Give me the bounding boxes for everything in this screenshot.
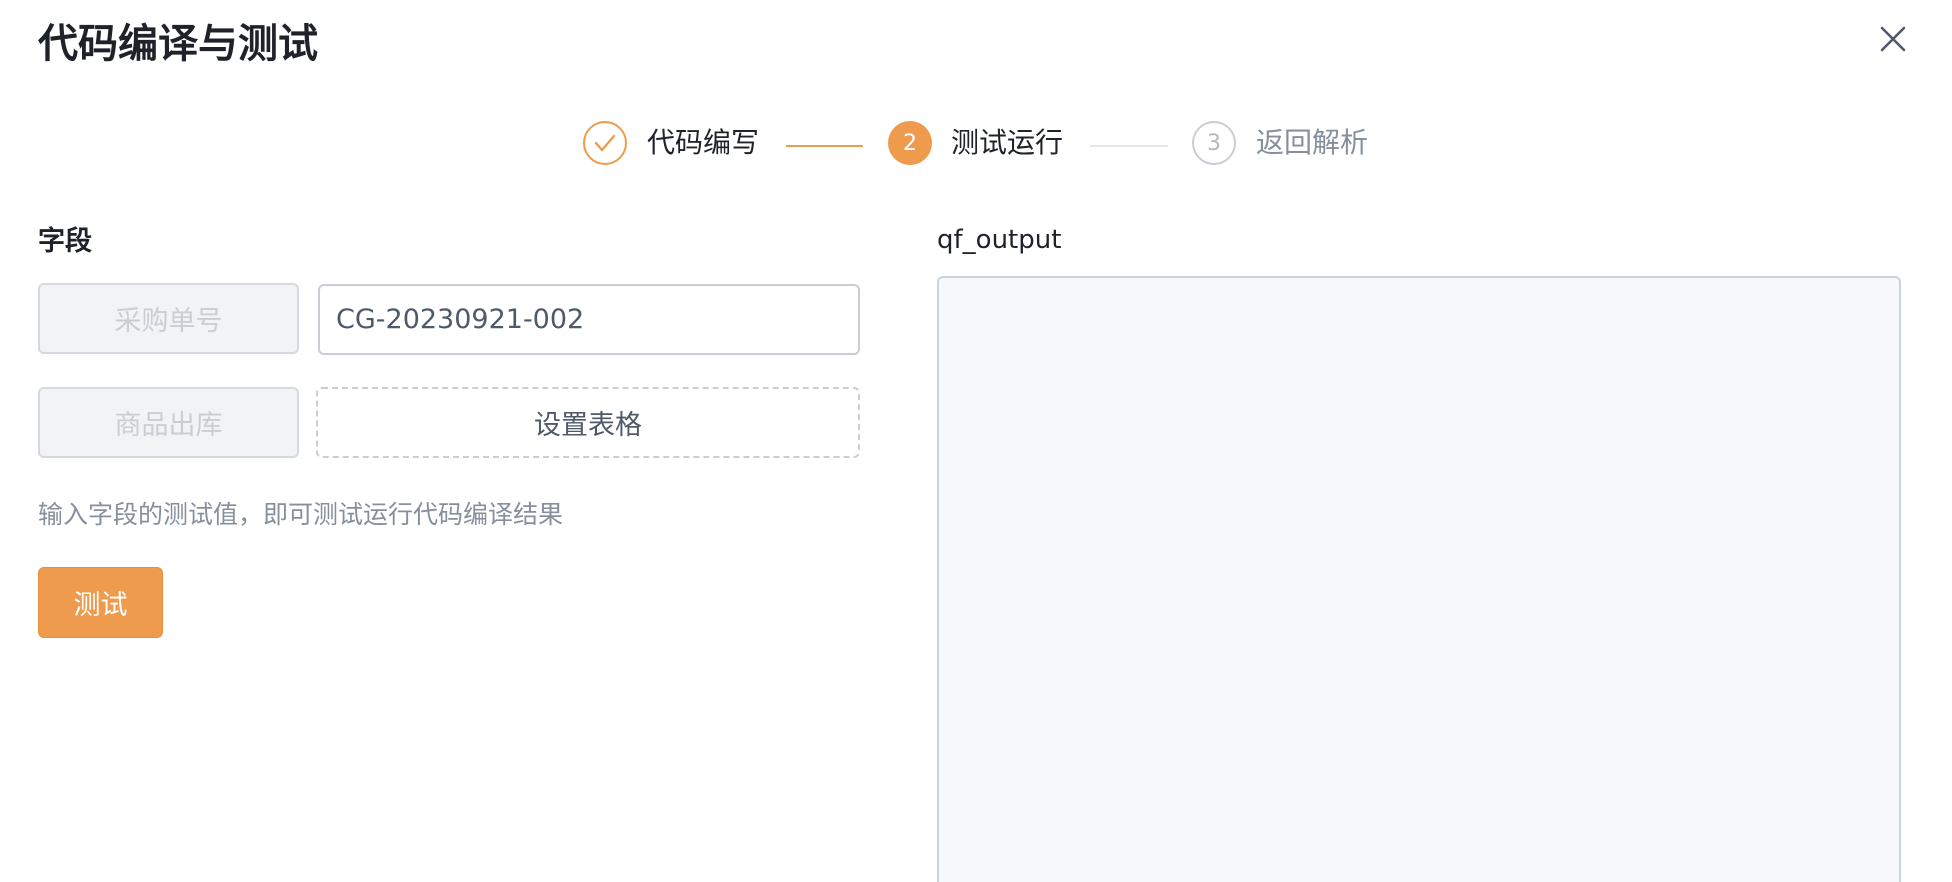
test-hint-text: 输入字段的测试值，即可测试运行代码编译结果 — [38, 500, 564, 529]
step-2-indicator: 2 — [888, 121, 932, 165]
step-1-label: 代码编写 — [647, 126, 760, 159]
step-3-indicator: 3 — [1192, 121, 1236, 165]
set-table-button[interactable]: 设置表格 — [316, 387, 860, 458]
step-1-indicator — [583, 121, 627, 165]
step-connector-1 — [786, 145, 863, 147]
test-button[interactable]: 测试 — [38, 567, 163, 638]
dialog-title: 代码编译与测试 — [38, 21, 318, 67]
check-icon — [594, 134, 616, 152]
output-area[interactable] — [937, 276, 1901, 882]
purchase-no-input[interactable] — [318, 284, 860, 355]
code-compile-test-dialog: 代码编译与测试 代码编写 2 测试运行 3 返回解析 字段 采购单号 商品出库 … — [0, 0, 1952, 882]
step-2-label: 测试运行 — [951, 126, 1064, 159]
step-3-label: 返回解析 — [1256, 126, 1369, 159]
fields-section-label: 字段 — [38, 226, 92, 257]
close-icon — [1880, 26, 1906, 52]
step-connector-2 — [1090, 145, 1168, 147]
field-name-purchase-no: 采购单号 — [38, 283, 299, 354]
close-button[interactable] — [1876, 22, 1910, 56]
output-label: qf_output — [937, 225, 1062, 255]
field-name-goods-out: 商品出库 — [38, 387, 299, 458]
